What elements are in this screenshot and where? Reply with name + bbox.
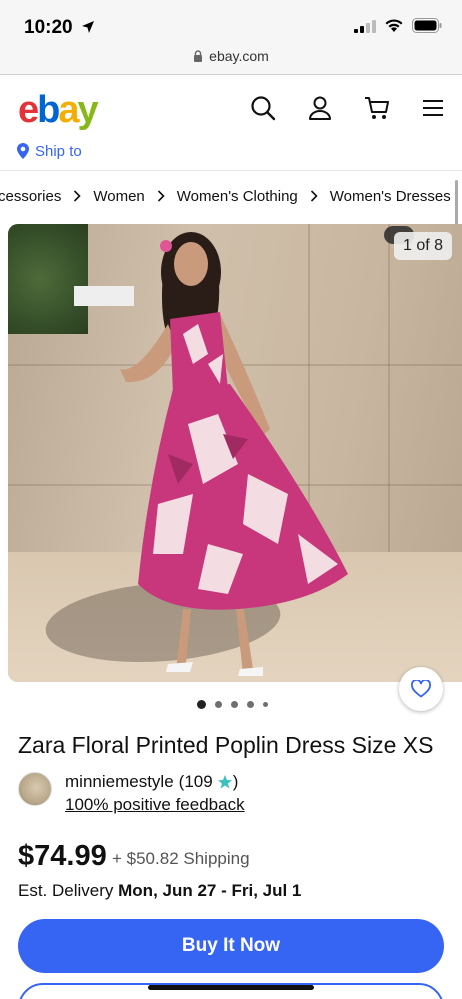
cart-icon[interactable] (364, 95, 390, 121)
carousel-dot[interactable] (231, 701, 238, 708)
battery-icon (412, 18, 442, 33)
cellular-signal-icon (354, 19, 376, 33)
menu-icon[interactable] (422, 99, 444, 117)
listing-title: Zara Floral Printed Poplin Dress Size XS (18, 732, 434, 758)
url-bar[interactable]: ebay.com (0, 48, 462, 74)
delivery-dates: Mon, Jun 27 - Fri, Jul 1 (118, 881, 302, 900)
breadcrumb-item-women[interactable]: Women (89, 188, 148, 205)
add-to-watchlist-button[interactable] (399, 667, 443, 711)
item-price: $74.99 (18, 840, 107, 872)
seller-score: (109 (178, 772, 213, 791)
image-counter: 1 of 8 (393, 232, 452, 260)
ship-to-label: Ship to (35, 142, 82, 160)
chevron-right-icon (65, 190, 89, 202)
search-icon[interactable] (250, 95, 276, 121)
chevron-right-icon (149, 190, 173, 202)
carousel-dot[interactable] (263, 702, 268, 707)
breadcrumb: cessories Women Women's Clothing Women's… (0, 171, 462, 221)
product-image-gallery[interactable]: 1 of 8 (8, 224, 462, 682)
status-time: 10:20 (24, 17, 95, 39)
logo-letter-e: e (18, 89, 39, 131)
seller-name[interactable]: minniemestyle (65, 772, 174, 792)
status-icons (354, 18, 442, 33)
breadcrumb-item-womens-dresses[interactable]: Women's Dresses (326, 188, 455, 205)
logo-letter-b: b (37, 89, 60, 131)
seller-avatar[interactable] (18, 772, 52, 806)
seller-feedback-link[interactable]: 100% positive feedback (65, 795, 245, 815)
location-arrow-icon (81, 21, 94, 33)
site-header: ebay Ship to (0, 75, 462, 171)
carousel-pagination (197, 700, 268, 709)
seller-score-close: ) (232, 772, 239, 791)
carousel-dot[interactable] (197, 700, 206, 709)
heart-icon (411, 680, 431, 698)
home-indicator[interactable] (148, 985, 314, 990)
status-bar: 10:20 (0, 0, 462, 48)
header-icons (250, 95, 444, 121)
buy-it-now-button[interactable]: Buy It Now (18, 919, 444, 973)
wifi-icon (385, 19, 403, 32)
breadcrumb-item-womens-clothing[interactable]: Women's Clothing (173, 188, 302, 205)
account-icon[interactable] (308, 95, 332, 121)
lock-icon (194, 50, 203, 62)
location-pin-icon (17, 143, 29, 159)
shipping-cost: + $50.82 Shipping (112, 849, 250, 868)
url-text: ebay.com (209, 48, 269, 64)
star-icon (217, 775, 232, 789)
clock-time: 10:20 (24, 17, 73, 38)
carousel-dot[interactable] (215, 701, 222, 708)
delivery-label: Est. Delivery (18, 881, 119, 900)
product-photo-dress (120, 232, 348, 676)
chevron-right-icon (302, 190, 326, 202)
ebay-logo[interactable]: ebay (18, 89, 99, 132)
logo-letter-a: a (58, 89, 79, 131)
carousel-dot[interactable] (247, 701, 254, 708)
ship-to-link[interactable]: Ship to (16, 142, 82, 160)
breadcrumb-item-accessories[interactable]: cessories (0, 188, 65, 205)
estimated-delivery: Est. Delivery Mon, Jun 27 - Fri, Jul 1 (18, 881, 301, 901)
logo-letter-y: y (77, 89, 99, 131)
seller-info[interactable]: minniemestyle (109 ) (65, 772, 238, 792)
